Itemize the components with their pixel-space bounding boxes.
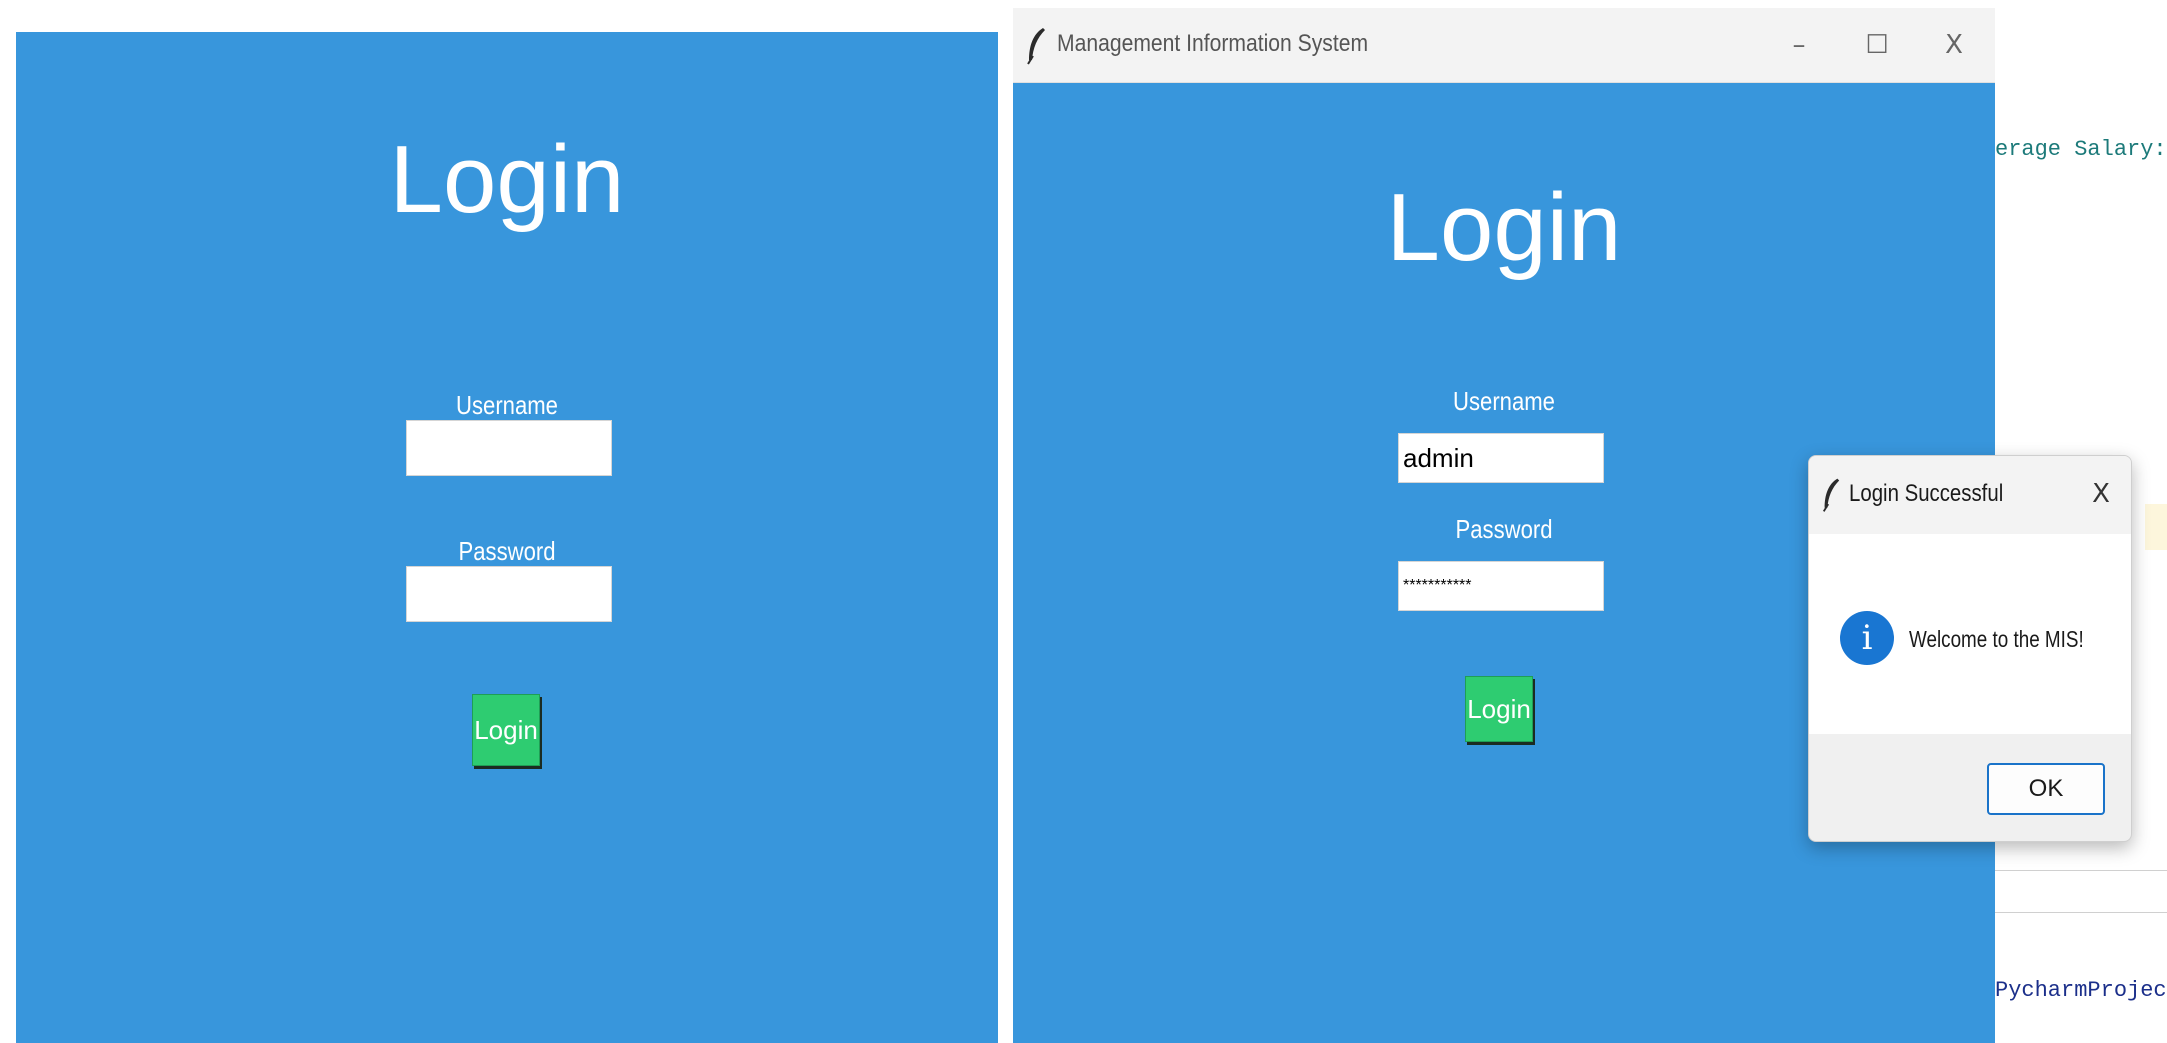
username-label: Username	[456, 390, 558, 420]
minimize-button[interactable]: –	[1776, 22, 1822, 68]
login-successful-dialog: Login Successful X i Welcome to the MIS!…	[1808, 455, 2132, 842]
login-button[interactable]: Login	[472, 694, 540, 766]
dialog-close-button[interactable]: X	[2079, 472, 2123, 516]
password-input[interactable]	[1398, 561, 1604, 611]
feather-icon	[1822, 478, 1840, 512]
ide-code-line: erage Salary: $	[1995, 137, 2167, 162]
username-label: Username	[1453, 386, 1555, 416]
window-title: Management Information System	[1057, 30, 1369, 57]
ide-console-path: PycharmProjects	[1995, 978, 2167, 1003]
close-button[interactable]: X	[1931, 22, 1977, 68]
dialog-title: Login Successful	[1849, 480, 2004, 507]
password-input[interactable]	[406, 566, 612, 622]
feather-icon	[1027, 28, 1045, 65]
ide-panel-divider	[1995, 912, 2167, 913]
login-window-before: Login Username Password Login	[16, 32, 998, 1043]
window-titlebar[interactable]: Management Information System – ☐ X	[1013, 8, 1995, 83]
username-input[interactable]	[1398, 433, 1604, 483]
password-label: Password	[1455, 514, 1553, 544]
login-title: Login	[389, 126, 625, 233]
maximize-button[interactable]: ☐	[1854, 22, 1900, 68]
dialog-message: Welcome to the MIS!	[1909, 626, 2084, 652]
ide-line-highlight	[2145, 504, 2167, 550]
ide-panel-divider	[1995, 870, 2167, 871]
login-button[interactable]: Login	[1465, 676, 1533, 742]
login-title: Login	[1386, 174, 1622, 281]
username-input[interactable]	[406, 420, 612, 476]
ok-button[interactable]: OK	[1987, 763, 2105, 815]
dialog-titlebar[interactable]: Login Successful X	[1809, 456, 2131, 534]
screenshot: Login Username Password Login erage Sala…	[0, 0, 2167, 1043]
dialog-body: i Welcome to the MIS!	[1809, 534, 2131, 734]
info-icon: i	[1840, 611, 1894, 665]
password-label: Password	[458, 536, 556, 566]
